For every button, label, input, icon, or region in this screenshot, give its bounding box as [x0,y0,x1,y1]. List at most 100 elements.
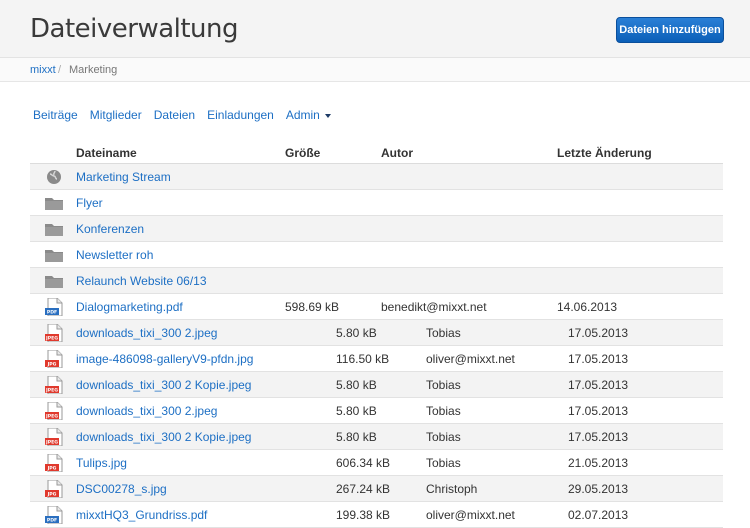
file-author: Tobias [426,430,461,444]
svg-text:PDF: PDF [47,518,57,524]
folder-icon [44,194,64,212]
file-size: 199.38 kB [336,508,391,522]
file-name-link[interactable]: Konferenzen [76,222,144,236]
file-name-link[interactable]: mixxtHQ3_Grundriss.pdf [76,508,207,522]
table-row[interactable]: JPEG downloads_tixi_300 2.jpeg 5.80 kB Tobi… [30,320,723,346]
breadcrumb: mixxt / Marketing [0,58,750,82]
table-body: Marketing Stream Flyer Konferenzen Newslett… [30,164,723,528]
column-header-name[interactable]: Dateiname [76,146,137,160]
svg-text:JPG: JPG [47,466,57,472]
file-name-link[interactable]: downloads_tixi_300 2 Kopie.jpeg [76,378,251,392]
file-author: Tobias [426,456,461,470]
table-row[interactable]: Newsletter roh [30,242,723,268]
file-name-link[interactable]: Newsletter roh [76,248,153,262]
file-date: 29.05.2013 [568,482,629,496]
file-date: 17.05.2013 [568,404,629,418]
file-size: 606.34 kB [336,456,391,470]
svg-text:PDF: PDF [47,310,57,316]
add-files-button[interactable]: Dateien hinzufügen [616,17,724,43]
file-date: 14.06.2013 [557,300,618,314]
pdf-file-icon: PDF [44,297,64,317]
table-row[interactable]: JPG Tulips.jpg 606.34 kB Tobias 21.05.2013 [30,450,723,476]
jpeg-file-icon: JPEG [44,375,64,395]
file-name-link[interactable]: Relaunch Website 06/13 [76,274,207,288]
pdf-file-icon: PDF [44,505,64,525]
file-author: Tobias [426,326,461,340]
jpeg-file-icon: JPEG [44,323,64,343]
breadcrumb-root-link[interactable]: mixxt [30,64,56,76]
table-row[interactable]: JPEG downloads_tixi_300 2 Kopie.jpeg 5.80 … [30,372,723,398]
svg-text:JPEG: JPEG [45,336,58,342]
file-name-link[interactable]: downloads_tixi_300 2 Kopie.jpeg [76,430,251,444]
column-header-author[interactable]: Autor [381,146,413,160]
file-size: 267.24 kB [336,482,391,496]
column-header-size[interactable]: Größe [285,146,320,160]
file-name-link[interactable]: Tulips.jpg [76,456,127,470]
svg-text:JPG: JPG [47,362,57,368]
jpg-file-icon: JPG [44,479,64,499]
file-date: 21.05.2013 [568,456,629,470]
page-title: Dateiverwaltung [30,14,239,44]
table-row[interactable]: Konferenzen [30,216,723,242]
folder-icon [44,220,64,238]
file-author: oliver@mixxt.net [426,508,515,522]
file-size: 116.50 kB [336,352,390,366]
nav-einladungen[interactable]: Einladungen [207,108,274,124]
nav-dateien[interactable]: Dateien [154,108,195,124]
table-row[interactable]: Marketing Stream [30,164,723,190]
caret-down-icon [324,113,331,118]
file-date: 17.05.2013 [568,352,629,366]
table-header: Dateiname Größe Autor Letzte Änderung [30,140,723,164]
folder-icon [44,272,64,290]
page-header: Dateiverwaltung Dateien hinzufügen [0,0,750,58]
svg-text:JPEG: JPEG [45,388,58,394]
table-row[interactable]: PDF Dialogmarketing.pdf 598.69 kB benedikt@… [30,294,723,320]
file-size: 5.80 kB [336,378,377,392]
jpg-file-icon: JPG [44,349,64,369]
jpg-file-icon: JPG [44,453,64,473]
nav-admin-label: Admin [285,108,320,122]
file-author: Christoph [426,482,478,496]
file-name-link[interactable]: Dialogmarketing.pdf [76,300,183,314]
nav-beitraege[interactable]: Beiträge [33,108,78,124]
globe-icon [44,168,64,186]
table-row[interactable]: JPG image-486098-galleryV9-pfdn.jpg 116.50… [30,346,723,372]
file-table: Dateiname Größe Autor Letzte Änderung Ma… [30,140,723,528]
file-name-link[interactable]: Flyer [76,196,103,210]
column-header-modified[interactable]: Letzte Änderung [557,146,652,160]
svg-text:JPEG: JPEG [45,440,58,446]
file-author: benedikt@mixxt.net [381,300,487,314]
file-name-link[interactable]: Marketing Stream [76,170,171,184]
jpeg-file-icon: JPEG [44,401,64,421]
table-row[interactable]: JPG DSC00278_s.jpg 267.24 kB Christoph 29.05… [30,476,723,502]
breadcrumb-separator: / [58,64,62,76]
file-name-link[interactable]: DSC00278_s.jpg [76,482,167,496]
file-date: 17.05.2013 [568,430,629,444]
file-date: 17.05.2013 [568,326,629,340]
table-row[interactable]: Relaunch Website 06/13 [30,268,723,294]
file-date: 17.05.2013 [568,378,629,392]
jpeg-file-icon: JPEG [44,427,64,447]
file-name-link[interactable]: downloads_tixi_300 2.jpeg [76,404,217,418]
file-name-link[interactable]: downloads_tixi_300 2.jpeg [76,326,217,340]
file-date: 02.07.2013 [568,508,629,522]
svg-text:JPEG: JPEG [45,414,58,420]
table-row[interactable]: Flyer [30,190,723,216]
file-author: Tobias [426,404,461,418]
table-row[interactable]: JPEG downloads_tixi_300 2 Kopie.jpeg 5.80 … [30,424,723,450]
file-author: oliver@mixxt.net [426,352,515,366]
table-row[interactable]: JPEG downloads_tixi_300 2.jpeg 5.80 kB Tobi… [30,398,723,424]
file-size: 5.80 kB [336,404,377,418]
file-name-link[interactable]: image-486098-galleryV9-pfdn.jpg [76,352,253,366]
nav-admin-dropdown[interactable]: Admin [286,108,331,124]
file-size: 5.80 kB [336,430,377,444]
nav-mitglieder[interactable]: Mitglieder [90,108,142,124]
group-nav: Beiträge Mitglieder Dateien Einladungen … [33,108,343,124]
file-size: 5.80 kB [336,326,377,340]
table-row[interactable]: PDF mixxtHQ3_Grundriss.pdf 199.38 kB oliver… [30,502,723,528]
svg-text:JPG: JPG [47,492,57,498]
file-size: 598.69 kB [285,300,340,314]
file-author: Tobias [426,378,461,392]
breadcrumb-current: Marketing [69,64,118,76]
folder-icon [44,246,64,264]
